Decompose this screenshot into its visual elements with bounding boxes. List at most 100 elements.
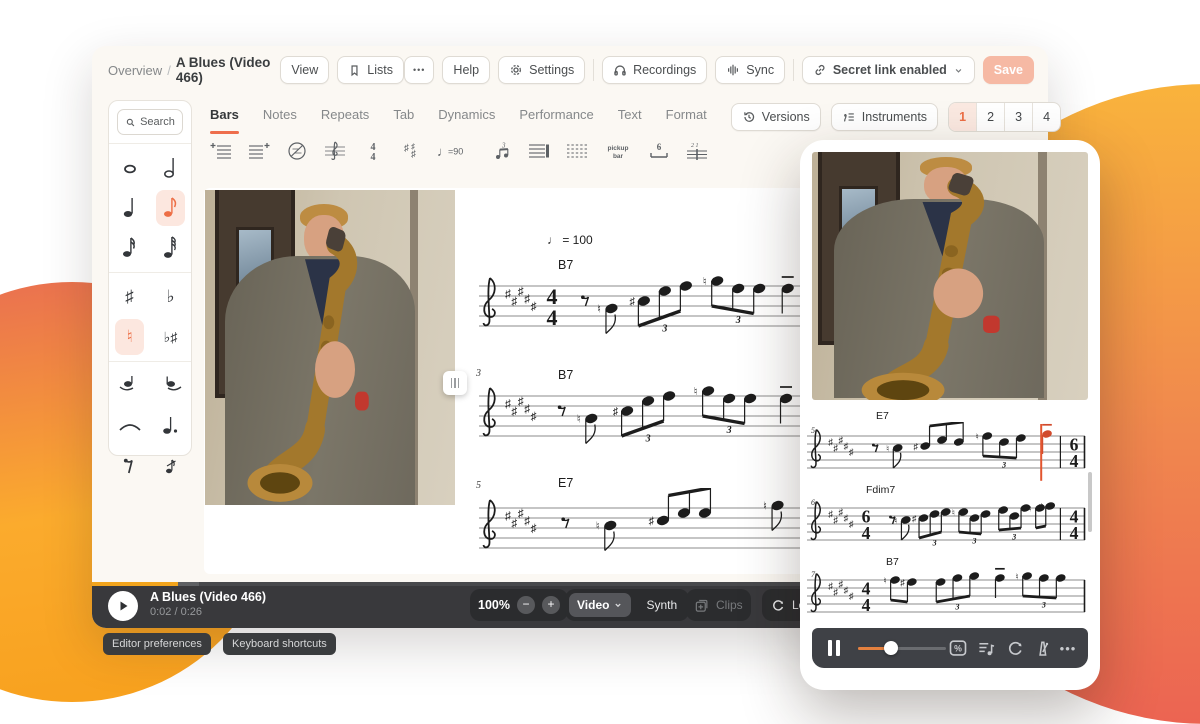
svg-text:3: 3 [726, 425, 732, 436]
metronome-button[interactable] [1030, 636, 1054, 660]
flat-icon[interactable]: ♭ [150, 277, 191, 317]
mobile-staff-1[interactable]: ♯♯♯♯♯♮♯3♮364 [806, 422, 1086, 488]
slur-icon[interactable] [109, 406, 150, 446]
eighth-rest-icon[interactable] [109, 446, 150, 486]
mobile-staff-3[interactable]: ♯♯♯♯♯44♮♯3♮3 [806, 566, 1086, 632]
svg-text:4: 4 [1070, 451, 1079, 471]
tempo-icon[interactable]: ♩=90 [434, 138, 478, 164]
notation-settings-button[interactable] [974, 636, 998, 660]
add-bar-after-icon[interactable] [244, 138, 274, 164]
palette-articulations [109, 361, 191, 490]
progress-buffer [178, 582, 199, 586]
score-scrollbar[interactable] [1088, 472, 1092, 532]
dashed-barline-icon[interactable] [562, 138, 592, 164]
svg-text:♯: ♯ [900, 577, 905, 587]
mobile-more-button[interactable]: ••• [1056, 636, 1080, 660]
dotted-note-icon[interactable] [150, 406, 191, 446]
grace-note-icon[interactable] [150, 446, 191, 486]
editor-preferences-button[interactable]: Editor preferences [103, 633, 211, 655]
clef-icon[interactable] [320, 138, 350, 164]
breadcrumb-overview[interactable]: Overview [108, 63, 162, 78]
video-source-button[interactable]: Video [569, 593, 631, 617]
tab-bars[interactable]: Bars [210, 107, 239, 128]
instruments-button[interactable]: Instruments [831, 103, 938, 131]
pickup-bar-icon[interactable]: pickupbar [600, 138, 636, 164]
barline-icon[interactable] [524, 138, 554, 164]
mobile-loop-button[interactable] [1002, 636, 1026, 660]
tie-forward-icon[interactable] [150, 366, 191, 406]
slider-knob[interactable] [884, 641, 898, 655]
svg-text:♮: ♮ [1028, 503, 1031, 513]
settings-button[interactable]: Settings [498, 56, 585, 84]
thirtysecond-note-icon[interactable] [150, 228, 191, 268]
zoom-out-button[interactable]: − [517, 596, 535, 614]
sixteenth-note-icon[interactable] [109, 228, 150, 268]
whole-note-icon[interactable] [109, 148, 150, 188]
svg-text:♯: ♯ [531, 523, 537, 535]
svg-text:♯: ♯ [505, 511, 511, 523]
version-2[interactable]: 2 [976, 103, 1004, 131]
staff-2[interactable]: ♯♯♯♯♯♮♯3♮3 [478, 376, 818, 468]
tab-text[interactable]: Text [618, 107, 642, 128]
empty-bar-icon[interactable] [282, 138, 312, 164]
tab-tab[interactable]: Tab [393, 107, 414, 128]
help-button[interactable]: Help [442, 56, 490, 84]
lists-button[interactable]: Lists [337, 56, 404, 84]
play-button[interactable] [108, 591, 138, 621]
note-palette: Search ♯ ♭ ♮ ♭♯ [108, 100, 192, 456]
metronome-icon [1033, 639, 1052, 658]
mobile-staff-2[interactable]: ♯♯♯♯♯64♮♯3♮33♮♯44 [806, 494, 1086, 560]
synth-source-button[interactable]: Synth [638, 598, 685, 612]
svg-text:♮: ♮ [976, 431, 979, 441]
speed-slider[interactable] [858, 647, 946, 650]
tab-dynamics[interactable]: Dynamics [438, 107, 495, 128]
tab-format[interactable]: Format [666, 107, 707, 128]
more-button[interactable]: ••• [404, 56, 434, 84]
version-1[interactable]: 1 [949, 103, 976, 131]
svg-text:2 1: 2 1 [691, 143, 699, 149]
tab-performance[interactable]: Performance [519, 107, 593, 128]
speed-percent-button[interactable]: % [946, 636, 970, 660]
recordings-button[interactable]: Recordings [602, 56, 707, 84]
pause-button[interactable] [828, 640, 840, 656]
version-3[interactable]: 3 [1004, 103, 1032, 131]
half-note-icon[interactable] [150, 148, 191, 188]
video-resize-handle[interactable] [443, 371, 467, 395]
svg-text:bar: bar [613, 153, 624, 160]
staff-1[interactable]: ♯♯♯♯♯44♮♯3♮3 [478, 266, 818, 358]
key-signature-icon[interactable]: ♯♯♯ [396, 138, 426, 164]
time-signature-icon[interactable]: 44 [358, 138, 388, 164]
bar-duration-icon[interactable]: 6 [644, 138, 674, 164]
view-button[interactable]: View [280, 56, 329, 84]
clips-button[interactable]: Clips [686, 589, 751, 621]
natural-icon[interactable]: ♮ [115, 319, 144, 355]
tab-notes[interactable]: Notes [263, 107, 297, 128]
staff-3[interactable]: ♯♯♯♯♯♮♯3♮ [478, 488, 818, 574]
version-4[interactable]: 4 [1032, 103, 1060, 131]
tab-repeats[interactable]: Repeats [321, 107, 369, 128]
svg-text:3: 3 [1011, 532, 1016, 541]
keyboard-shortcuts-button[interactable]: Keyboard shortcuts [223, 633, 336, 655]
sharp-icon[interactable]: ♯ [109, 277, 150, 317]
chevron-down-icon [613, 600, 623, 610]
tie-back-icon[interactable] [109, 366, 150, 406]
divider [593, 59, 594, 81]
svg-text:♮: ♮ [886, 443, 889, 453]
play-icon [117, 600, 129, 612]
eighth-note-icon[interactable] [156, 190, 185, 226]
add-bar-before-icon[interactable] [206, 138, 236, 164]
svg-text:♯: ♯ [511, 406, 517, 418]
sync-button[interactable]: Sync [715, 56, 785, 84]
ending-brackets-icon[interactable]: 2 1 [682, 138, 712, 164]
svg-text:4: 4 [862, 523, 871, 543]
tuplet-icon[interactable]: 3 [486, 138, 516, 164]
versions-button[interactable]: Versions [731, 103, 821, 131]
quarter-note-icon[interactable] [109, 188, 150, 228]
svg-text:♮: ♮ [703, 276, 707, 288]
secret-link-button[interactable]: Secret link enabled [802, 56, 975, 84]
svg-text:♮: ♮ [577, 414, 581, 426]
palette-search-button[interactable]: Search [117, 109, 183, 135]
flat-sharp-icon[interactable]: ♭♯ [150, 317, 191, 357]
zoom-in-button[interactable]: + [542, 596, 560, 614]
save-button[interactable]: Save [983, 56, 1034, 84]
